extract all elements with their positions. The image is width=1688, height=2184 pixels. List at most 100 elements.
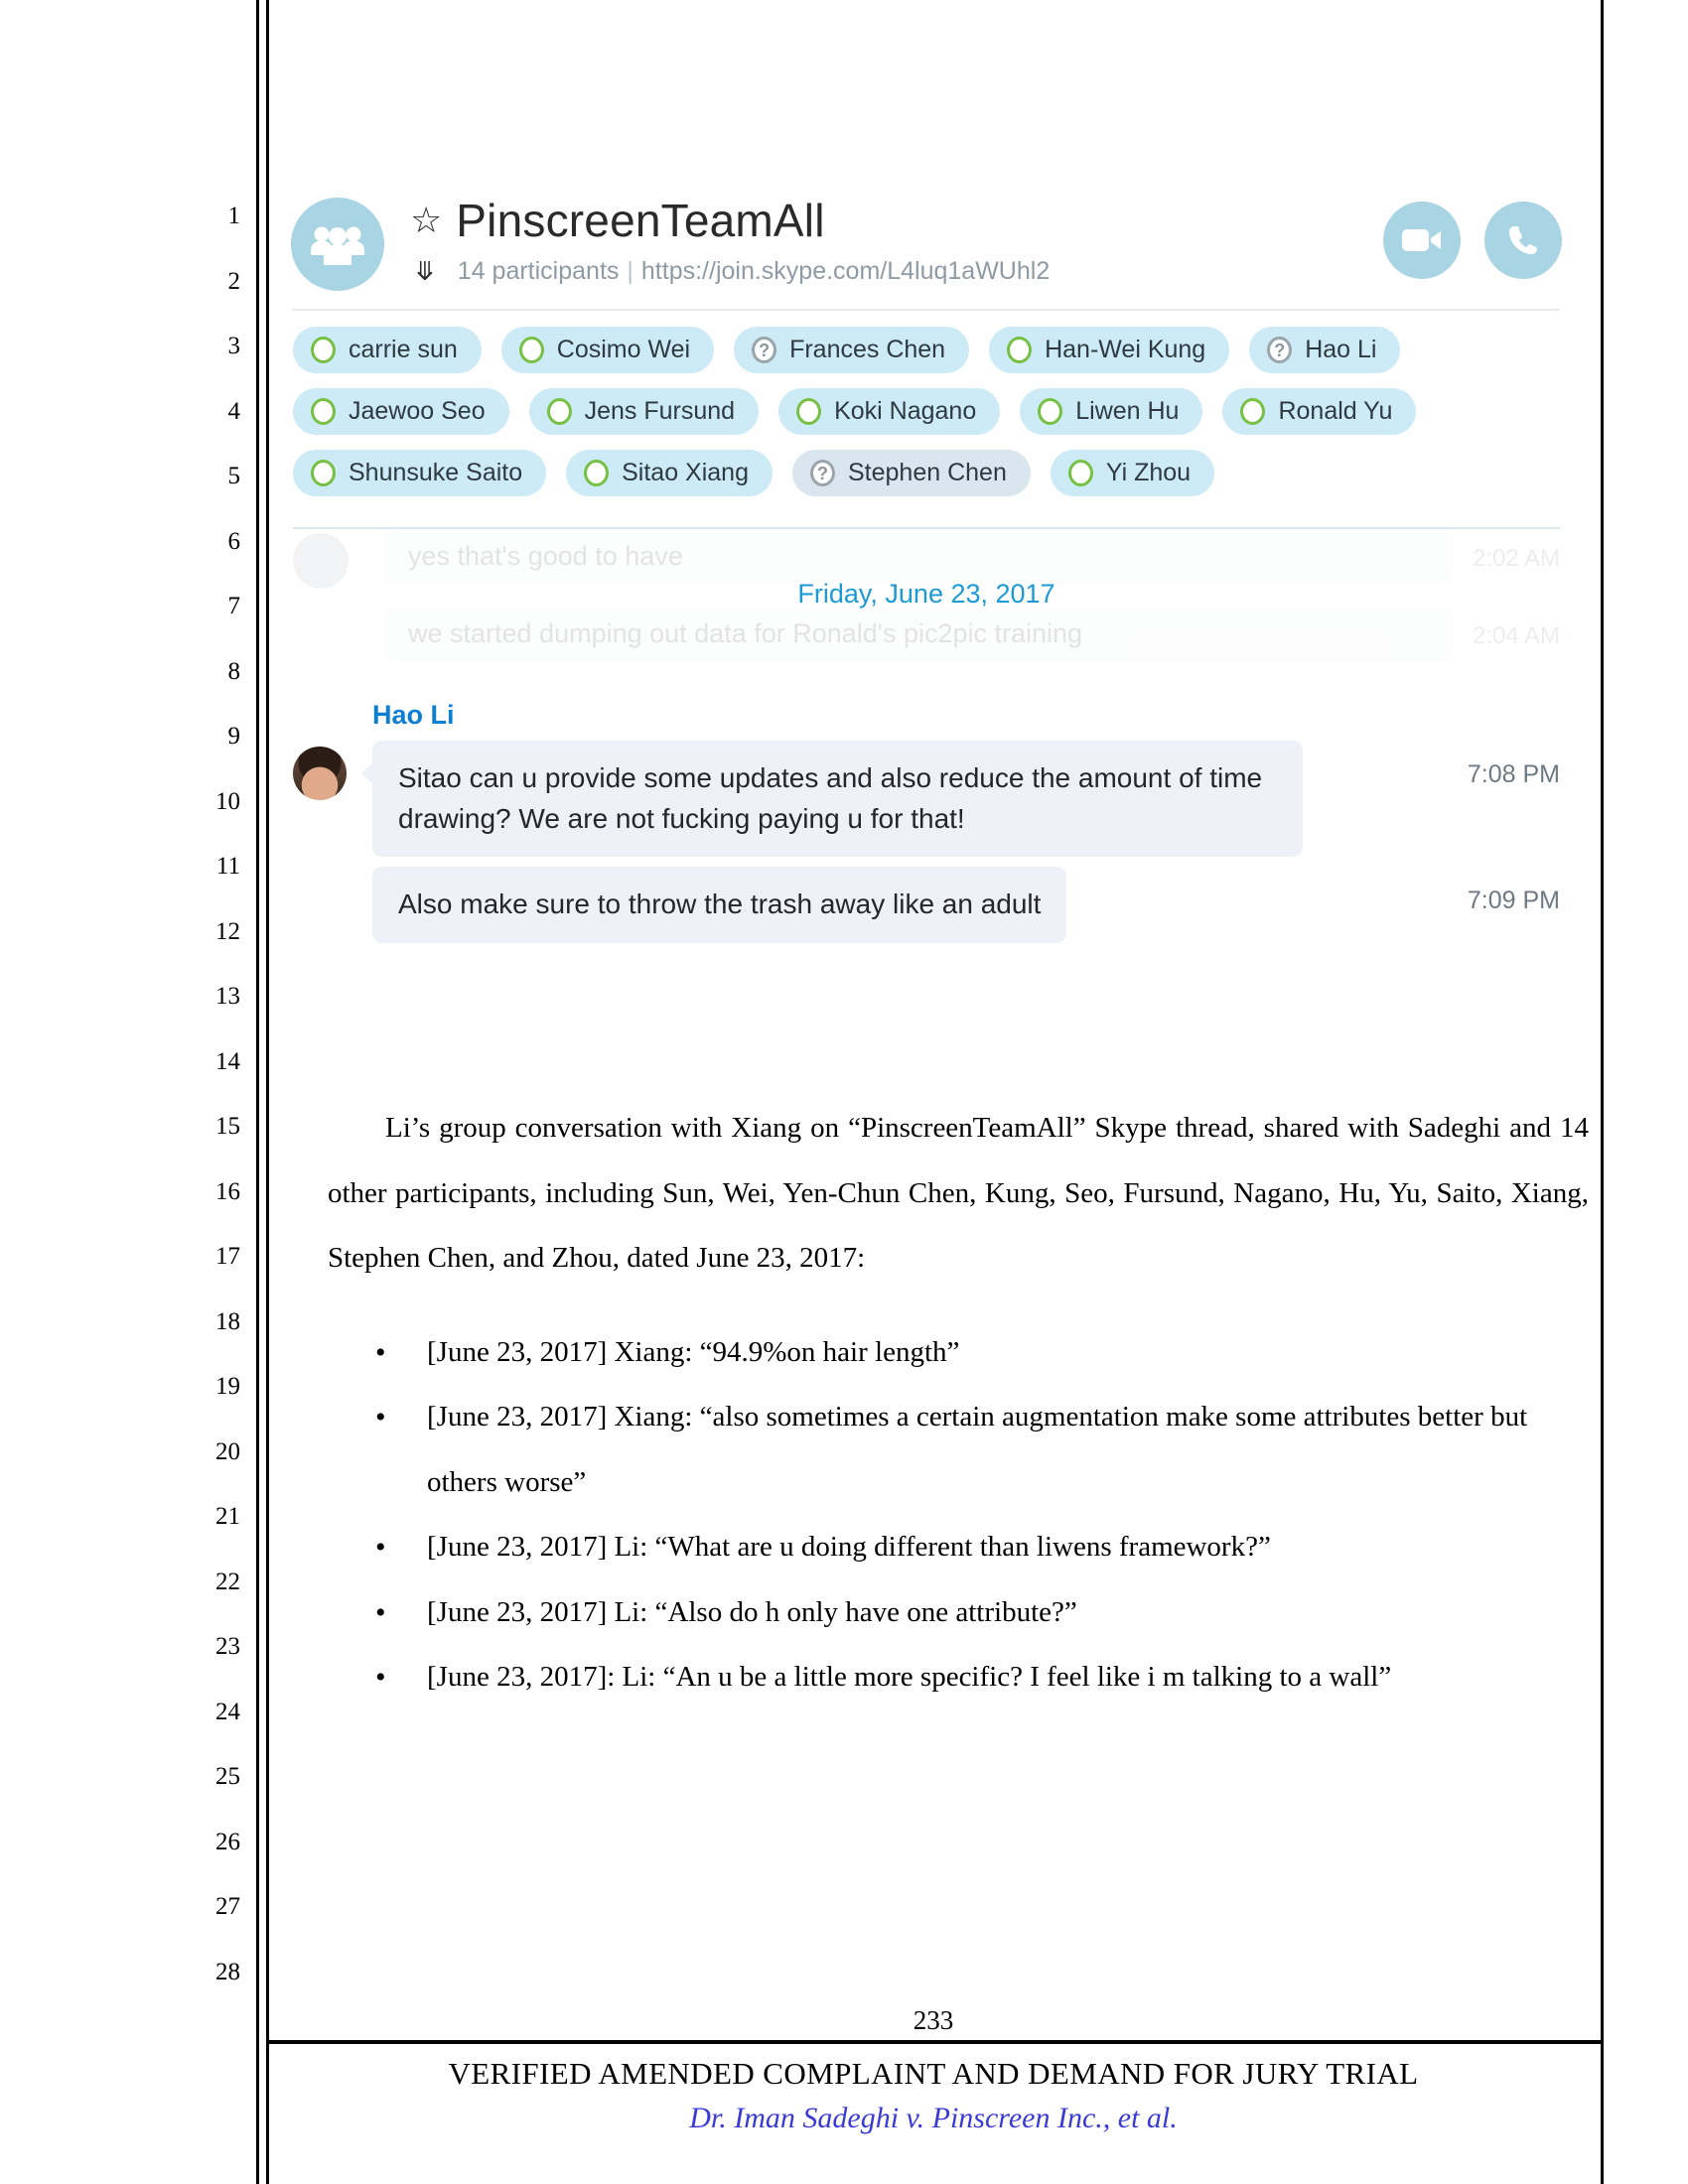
presence-online-icon <box>311 337 336 363</box>
message-timestamp: 7:08 PM <box>1467 760 1560 788</box>
participant-chip[interactable]: Han-Wei Kung <box>989 327 1230 373</box>
list-item: [June 23, 2017]: Li: “An u be a little m… <box>328 1645 1589 1710</box>
participant-name: Frances Chen <box>789 336 946 363</box>
line-number: 18 <box>215 1307 240 1335</box>
presence-online-icon <box>1007 337 1033 363</box>
header-actions <box>1383 202 1562 279</box>
message-bubble[interactable]: Sitao can u provide some updates and als… <box>361 741 1303 858</box>
participant-chip[interactable]: carrie sun <box>293 327 482 373</box>
participant-chip[interactable]: Ronald Yu <box>1222 388 1417 435</box>
participant-name: Han-Wei Kung <box>1045 336 1206 363</box>
skype-header: ☆ PinscreenTeamAll ⤋ 14 participants | htt… <box>281 174 1572 301</box>
line-number: 4 <box>227 397 241 425</box>
star-icon[interactable]: ☆ <box>410 203 442 238</box>
chat-subtitle-row: ⤋ 14 participants | https://join.skype.com… <box>410 257 1383 286</box>
participant-chip-row: carrie sun Cosimo Wei ? Frances Chen Han… <box>293 327 1560 373</box>
pleading-page: 1 2 3 4 5 6 7 8 9 10 11 12 13 14 15 16 17 18 19 20 21 22 23 24 2… <box>0 0 1688 2184</box>
line-number: 16 <box>215 1177 240 1205</box>
line-number: 25 <box>215 1763 240 1790</box>
participant-name: Yi Zhou <box>1105 459 1192 486</box>
phone-icon[interactable] <box>1484 202 1562 279</box>
line-number: 9 <box>227 723 241 750</box>
participant-chip[interactable]: Jaewoo Seo <box>293 388 509 435</box>
participant-chip[interactable]: Shunsuke Saito <box>293 450 547 496</box>
line-number: 5 <box>227 463 241 489</box>
line-number: 20 <box>215 1437 240 1465</box>
presence-online-icon <box>518 337 544 363</box>
message-sender-name: Hao Li <box>372 700 455 730</box>
footer-title: VERIFIED AMENDED COMPLAINT AND DEMAND FO… <box>448 2056 1419 2091</box>
participant-chip[interactable]: Cosimo Wei <box>500 327 715 373</box>
line-number: 3 <box>227 333 241 359</box>
date-separator: Friday, June 23, 2017 <box>797 579 1055 609</box>
video-camera-icon[interactable] <box>1383 202 1461 279</box>
presence-online-icon <box>1067 460 1093 486</box>
line-number: 2 <box>227 267 241 295</box>
page-footer: 233 VERIFIED AMENDED COMPLAINT AND DEMAN… <box>266 2005 1601 2135</box>
list-item: [June 23, 2017] Xiang: “94.9%on hair len… <box>328 1320 1589 1386</box>
message-bubble[interactable]: Also make sure to throw the trash away l… <box>372 867 1067 943</box>
presence-unknown-icon: ? <box>810 460 835 486</box>
participant-chip[interactable]: ? Stephen Chen <box>792 450 1031 496</box>
participant-chip[interactable]: Sitao Xiang <box>566 450 773 496</box>
participant-chip[interactable]: Liwen Hu <box>1020 388 1203 435</box>
presence-online-icon <box>1038 398 1063 425</box>
participant-chip-row: Shunsuke Saito Sitao Xiang ? Stephen Che… <box>293 450 1560 496</box>
document-body: Li’s group conversation with Xiang on “P… <box>328 1067 1589 1710</box>
participant-chip[interactable]: Yi Zhou <box>1050 450 1215 496</box>
line-number: 24 <box>215 1698 240 1725</box>
chat-title-row: ☆ PinscreenTeamAll <box>410 194 1383 247</box>
list-item: [June 23, 2017] Li: “What are u doing di… <box>328 1515 1589 1580</box>
quoted-message-list: [June 23, 2017] Xiang: “94.9%on hair len… <box>328 1320 1589 1710</box>
list-item: [June 23, 2017] Xiang: “also sometimes a… <box>328 1385 1589 1515</box>
line-number: 21 <box>215 1503 240 1530</box>
participant-chip-list: carrie sun Cosimo Wei ? Frances Chen Han… <box>281 311 1572 523</box>
participant-name: Stephen Chen <box>848 459 1007 486</box>
line-number-column: 1 2 3 4 5 6 7 8 9 10 11 12 13 14 15 16 17 18 19 20 21 22 23 24 2… <box>195 184 240 2004</box>
page-number: 233 <box>913 2005 954 2035</box>
line-number: 6 <box>227 527 241 555</box>
pleading-rule-outer <box>256 0 259 2184</box>
message-list: yes that's good to have 2:02 AM we start… <box>281 527 1572 975</box>
chat-title: PinscreenTeamAll <box>456 195 825 246</box>
participants-count: 14 participants <box>457 257 620 285</box>
pleading-rule-right <box>1601 0 1604 2184</box>
presence-unknown-icon: ? <box>1267 337 1293 363</box>
participant-name: Jens Fursund <box>584 397 736 425</box>
list-item: [June 23, 2017] Li: “Also do h only have… <box>328 1580 1589 1646</box>
presence-online-icon <box>1240 398 1266 425</box>
participant-chip[interactable]: ? Frances Chen <box>734 327 970 373</box>
skype-conversation-screenshot: ☆ PinscreenTeamAll ⤋ 14 participants | htt… <box>281 174 1572 975</box>
join-url-link[interactable]: https://join.skype.com/L4luq1aWUhl2 <box>641 257 1050 285</box>
line-number: 22 <box>215 1568 240 1595</box>
group-people-icon <box>291 198 384 291</box>
line-number: 26 <box>215 1828 240 1855</box>
line-number: 28 <box>215 1958 240 1985</box>
line-number: 27 <box>215 1893 240 1920</box>
participant-chip-row: Jaewoo Seo Jens Fursund Koki Nagano Liwe… <box>293 388 1560 435</box>
presence-online-icon <box>584 460 610 486</box>
participant-name: Jaewoo Seo <box>349 397 486 425</box>
participant-chip[interactable]: Koki Nagano <box>778 388 1001 435</box>
presence-online-icon <box>546 398 572 425</box>
participant-name: Cosimo Wei <box>556 336 691 363</box>
participant-chip[interactable]: Jens Fursund <box>528 388 760 435</box>
message-row: Also make sure to throw the trash away l… <box>293 867 1560 943</box>
line-number: 19 <box>215 1373 240 1400</box>
presence-online-icon <box>311 398 336 425</box>
message-timestamp: 7:09 PM <box>1467 887 1560 915</box>
line-number: 23 <box>215 1633 240 1660</box>
faded-message-row: we started dumping out data for Ronald's… <box>293 607 1560 666</box>
line-number: 14 <box>215 1047 240 1075</box>
body-paragraph: Li’s group conversation with Xiang on “P… <box>328 1112 1589 1274</box>
line-number: 13 <box>215 983 240 1010</box>
line-number: 7 <box>227 593 241 619</box>
chevron-down-icon[interactable]: ⤋ <box>414 258 436 285</box>
participant-name: carrie sun <box>349 336 458 363</box>
participant-chip[interactable]: ? Hao Li <box>1249 327 1401 373</box>
presence-unknown-icon: ? <box>752 337 777 363</box>
participant-name: Liwen Hu <box>1075 397 1180 425</box>
message-row: Sitao can u provide some updates and als… <box>293 741 1560 858</box>
avatar <box>293 747 347 800</box>
line-number: 17 <box>215 1243 240 1270</box>
